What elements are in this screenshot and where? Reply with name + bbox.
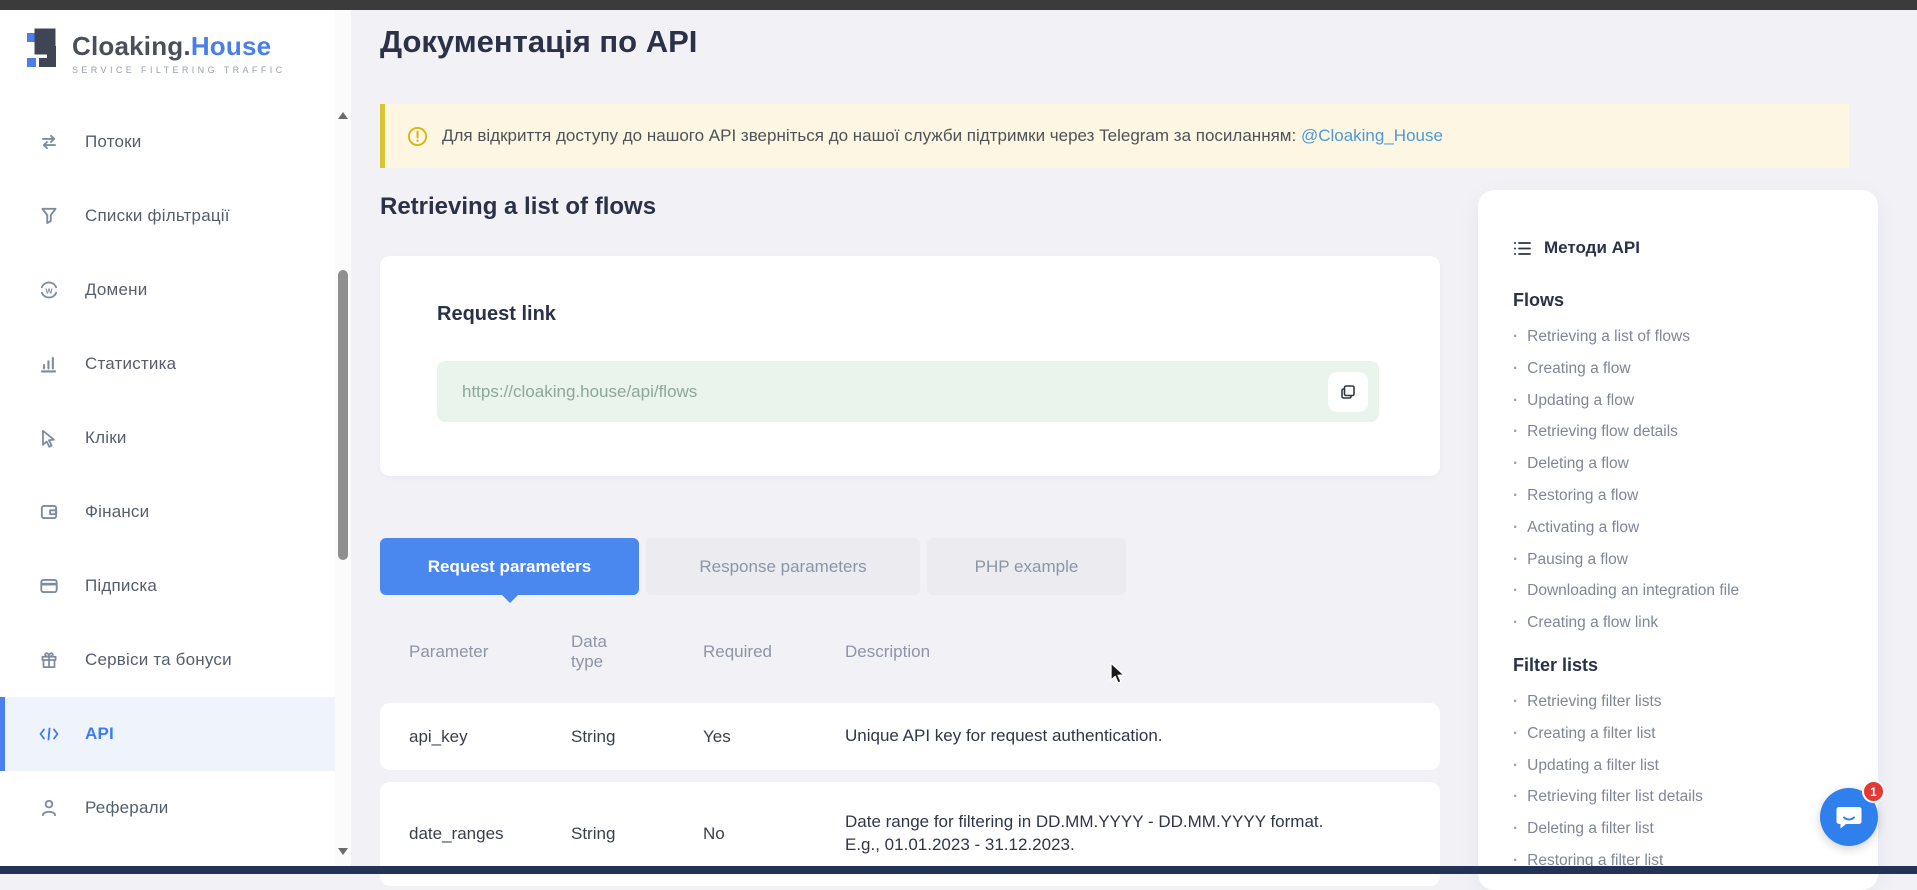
sidebar: Cloaking.House SERVICE FILTERING TRAFFIC… — [0, 10, 351, 866]
cell-required: No — [703, 824, 845, 844]
list-icon — [1513, 240, 1532, 257]
cell-description: Unique API key for request authenticatio… — [845, 725, 1355, 748]
sidebar-item-label: Кліки — [85, 428, 127, 448]
methods-list-filter-lists: Retrieving filter lists Creating a filte… — [1513, 686, 1878, 877]
logo-title: Cloaking.House — [72, 31, 286, 62]
sidebar-item-label: Списки фільтрації — [85, 206, 230, 226]
api-methods-panel: Методи API Flows Retrieving a list of fl… — [1478, 190, 1878, 890]
referrals-person-icon — [38, 797, 60, 819]
window-top-edge — [0, 0, 1917, 10]
methods-section-filter-lists: Filter lists — [1513, 655, 1878, 676]
cell-parameter: date_ranges — [409, 824, 571, 844]
cell-description: Date range for filtering in DD.MM.YYYY -… — [845, 811, 1355, 857]
sidebar-item-services[interactable]: Сервіси та бонуси — [0, 623, 335, 697]
column-header-parameter: Parameter — [409, 642, 571, 662]
banner-text: Для відкриття доступу до нашого API звер… — [442, 126, 1443, 146]
filter-funnel-icon — [38, 205, 60, 227]
copy-button[interactable] — [1328, 372, 1368, 412]
scroll-down-icon[interactable] — [338, 848, 348, 855]
sidebar-scrollbar[interactable] — [335, 10, 351, 866]
api-code-icon — [38, 723, 60, 745]
method-link[interactable]: Creating a flow — [1513, 353, 1878, 385]
services-gift-icon — [38, 649, 60, 671]
method-link[interactable]: Retrieving filter lists — [1513, 686, 1878, 718]
finances-wallet-icon — [38, 501, 60, 523]
method-link[interactable]: Retrieving a list of flows — [1513, 321, 1878, 353]
table-row: api_key String Yes Unique API key for re… — [380, 703, 1440, 770]
methods-section-flows: Flows — [1513, 290, 1878, 311]
method-link[interactable]: Restoring a flow — [1513, 480, 1878, 512]
warning-icon — [407, 126, 428, 147]
sidebar-item-subscription[interactable]: Підписка — [0, 549, 335, 623]
telegram-link[interactable]: @Cloaking_House — [1301, 126, 1443, 145]
methods-list-flows: Retrieving a list of flows Creating a fl… — [1513, 321, 1878, 639]
method-link[interactable]: Updating a filter list — [1513, 750, 1878, 782]
cell-data-type: String — [571, 824, 703, 844]
scroll-up-icon[interactable] — [338, 112, 348, 119]
request-link-card: Request link https://cloaking.house/api/… — [380, 256, 1440, 476]
column-header-required: Required — [703, 642, 845, 662]
cell-parameter: api_key — [409, 727, 571, 747]
sidebar-item-api[interactable]: API — [0, 697, 335, 771]
chat-notification-badge: 1 — [1862, 780, 1885, 803]
method-link[interactable]: Pausing a flow — [1513, 544, 1878, 576]
method-link[interactable]: Creating a flow link — [1513, 607, 1878, 639]
table-header-row: Parameter Data type Required Description — [380, 617, 1440, 687]
sidebar-item-filter-lists[interactable]: Списки фільтрації — [0, 179, 335, 253]
tab-php-example[interactable]: PHP example — [927, 538, 1126, 595]
sidebar-item-label: Сервіси та бонуси — [85, 650, 232, 670]
request-url-field[interactable]: https://cloaking.house/api/flows — [437, 361, 1379, 422]
sidebar-item-finances[interactable]: Фінанси — [0, 475, 335, 549]
sidebar-item-label: Потоки — [85, 132, 141, 152]
sidebar-item-statistics[interactable]: Статистика — [0, 327, 335, 401]
sidebar-item-referrals[interactable]: Реферали — [0, 771, 335, 845]
copy-icon — [1339, 383, 1357, 401]
clicks-cursor-icon — [38, 427, 60, 449]
tab-response-parameters[interactable]: Response parameters — [646, 538, 920, 595]
logo[interactable]: Cloaking.House SERVICE FILTERING TRAFFIC — [25, 27, 286, 78]
column-header-description: Description — [845, 642, 1355, 662]
page-title: Документація по API — [380, 24, 697, 60]
statistics-bars-icon — [38, 353, 60, 375]
method-link[interactable]: Retrieving flow details — [1513, 416, 1878, 448]
main-content: Документація по API Для відкриття доступ… — [351, 10, 1917, 866]
flows-sync-icon — [38, 131, 60, 153]
logo-subtitle: SERVICE FILTERING TRAFFIC — [72, 65, 286, 75]
sidebar-item-flows[interactable]: Потоки — [0, 105, 335, 179]
sidebar-item-label: Підписка — [85, 576, 157, 596]
request-link-title: Request link — [437, 303, 556, 326]
column-header-data-type: Data type — [571, 632, 631, 672]
method-link[interactable]: Downloading an integration file — [1513, 575, 1878, 607]
methods-panel-title: Методи API — [1544, 238, 1640, 258]
subscription-card-icon — [38, 575, 60, 597]
parameter-tabs: Request parameters Response parameters P… — [380, 538, 1126, 595]
sidebar-item-clicks[interactable]: Кліки — [0, 401, 335, 475]
sidebar-item-label: Статистика — [85, 354, 176, 374]
sidebar-menu: Потоки Списки фільтрації w Домени — [0, 105, 335, 845]
domains-globe-icon: w — [38, 279, 60, 301]
svg-text:w: w — [45, 285, 53, 295]
method-link[interactable]: Creating a filter list — [1513, 718, 1878, 750]
method-link[interactable]: Deleting a flow — [1513, 448, 1878, 480]
method-link[interactable]: Updating a flow — [1513, 385, 1878, 417]
sidebar-item-label: API — [85, 724, 114, 744]
cell-required: Yes — [703, 727, 845, 747]
tab-request-parameters[interactable]: Request parameters — [380, 538, 639, 595]
sidebar-item-label: Фінанси — [85, 502, 149, 522]
info-banner: Для відкриття доступу до нашого API звер… — [380, 104, 1849, 168]
method-link[interactable]: Activating a flow — [1513, 512, 1878, 544]
scrollbar-thumb[interactable] — [338, 270, 348, 560]
request-url: https://cloaking.house/api/flows — [462, 382, 1328, 402]
sidebar-item-label: Реферали — [85, 798, 168, 818]
sidebar-item-domains[interactable]: w Домени — [0, 253, 335, 327]
logo-mark-icon — [25, 27, 63, 78]
chat-bubble-icon — [1835, 804, 1863, 830]
sidebar-item-label: Домени — [85, 280, 147, 300]
cell-data-type: String — [571, 727, 703, 747]
section-title: Retrieving a list of flows — [380, 193, 656, 221]
window-bottom-edge — [0, 866, 1917, 874]
